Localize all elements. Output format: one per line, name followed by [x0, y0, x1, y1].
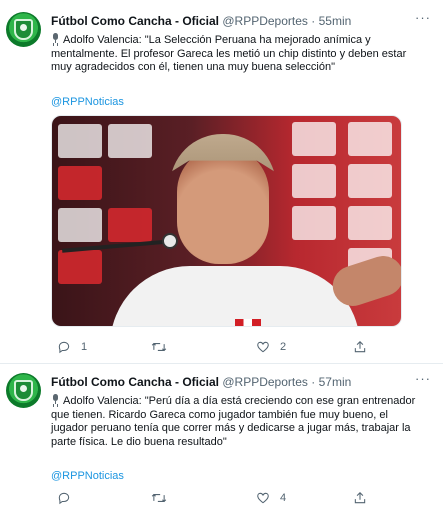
- share-icon: [354, 341, 366, 353]
- author-name[interactable]: Fútbol Como Cancha - Oficial: [51, 375, 219, 389]
- mention-link[interactable]: @RPPNoticias: [51, 470, 124, 482]
- reply-button[interactable]: 1: [57, 339, 87, 355]
- backdrop-panel: [292, 122, 336, 156]
- tweet-actions: 4: [51, 490, 391, 506]
- tweet[interactable]: Fútbol Como Cancha - Oficial @RPPDeporte…: [0, 364, 443, 512]
- reply-icon: [58, 341, 70, 354]
- backdrop-panel: [58, 166, 102, 200]
- share-button[interactable]: [353, 490, 367, 506]
- reply-count: 1: [81, 341, 88, 353]
- like-button[interactable]: 4: [256, 490, 286, 506]
- backdrop-panel: [58, 250, 102, 284]
- retweet-button[interactable]: [151, 490, 177, 506]
- more-options-icon[interactable]: ···: [415, 10, 431, 25]
- tweet-actions: 1 2: [51, 339, 391, 355]
- avatar[interactable]: [6, 12, 41, 47]
- separator-dot: ·: [311, 375, 316, 389]
- author-name[interactable]: Fútbol Como Cancha - Oficial: [51, 14, 219, 28]
- backdrop-panel: [58, 208, 102, 242]
- like-count: 2: [280, 341, 287, 353]
- reply-button[interactable]: [57, 490, 81, 506]
- tweet-time[interactable]: 57min: [319, 375, 352, 389]
- backdrop-panel: [348, 206, 392, 240]
- retweet-icon: [151, 342, 167, 352]
- tweet-header: Fútbol Como Cancha - Oficial @RPPDeporte…: [51, 375, 351, 390]
- backdrop-panel: [108, 208, 152, 242]
- retweet-button[interactable]: [151, 339, 177, 355]
- face: [177, 146, 269, 264]
- club-crest-icon: [14, 19, 33, 40]
- avatar[interactable]: [6, 373, 41, 408]
- more-options-icon[interactable]: ···: [415, 371, 431, 386]
- like-button[interactable]: 2: [256, 339, 286, 355]
- mention-link[interactable]: @RPPNoticias: [51, 96, 124, 108]
- backdrop-panel: [348, 122, 392, 156]
- tweet-text: Adolfo Valencia: "La Selección Peruana h…: [51, 33, 425, 75]
- heart-icon: [257, 341, 269, 353]
- backdrop-panel: [292, 206, 336, 240]
- backdrop-panel: [348, 164, 392, 198]
- share-button[interactable]: [353, 339, 367, 355]
- tweet-text: Adolfo Valencia: "Perú día a día está cr…: [51, 394, 425, 449]
- backdrop-panel: [58, 124, 102, 158]
- microphone: [162, 233, 178, 249]
- microphone-icon: [51, 33, 60, 44]
- shirt: [110, 266, 360, 326]
- tweet-photo[interactable]: [51, 115, 402, 327]
- share-icon: [354, 492, 366, 504]
- retweet-icon: [151, 493, 167, 503]
- separator-dot: ·: [311, 14, 316, 28]
- flag-badge: [235, 319, 261, 326]
- reply-icon: [58, 492, 70, 505]
- backdrop-panel: [292, 164, 336, 198]
- backdrop-panel: [108, 124, 152, 158]
- like-count: 4: [280, 492, 287, 504]
- author-handle[interactable]: @RPPDeportes: [222, 14, 308, 28]
- tweet[interactable]: Fútbol Como Cancha - Oficial @RPPDeporte…: [0, 0, 443, 364]
- speaker-name: Adolfo Valencia:: [63, 34, 142, 46]
- microphone-icon: [51, 394, 60, 405]
- tweet-header: Fútbol Como Cancha - Oficial @RPPDeporte…: [51, 14, 351, 29]
- tweet-time[interactable]: 55min: [319, 14, 352, 28]
- speaker-name: Adolfo Valencia:: [63, 395, 142, 407]
- club-crest-icon: [14, 380, 33, 401]
- heart-icon: [257, 492, 269, 504]
- author-handle[interactable]: @RPPDeportes: [222, 375, 308, 389]
